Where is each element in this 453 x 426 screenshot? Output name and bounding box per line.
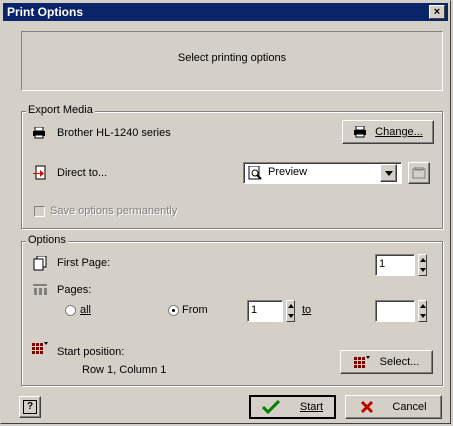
from-page-value: 1 <box>251 304 258 316</box>
dropdown-arrow-button[interactable] <box>380 164 397 182</box>
first-page-label: First Page: <box>57 257 111 269</box>
to-page-spinner[interactable] <box>418 300 427 322</box>
help-button[interactable]: ? <box>19 396 41 418</box>
printer-icon <box>33 127 45 139</box>
options-group: Options First Page: 1 Pages: all From 1 <box>21 234 443 386</box>
printer-name: Brother HL-1240 series <box>57 127 171 139</box>
pages-icon <box>33 284 47 295</box>
from-page-spinner[interactable] <box>286 300 295 322</box>
to-page-input[interactable] <box>375 300 415 322</box>
grid-position-icon <box>32 342 48 354</box>
pages-label: Pages: <box>57 284 92 296</box>
start-position-value: Row 1, Column 1 <box>82 364 167 376</box>
grid-position-icon <box>353 356 370 368</box>
window-title: Print Options <box>7 5 83 19</box>
direct-to-value: Preview <box>268 166 308 178</box>
start-button-label: Start <box>299 401 324 413</box>
export-arrow-icon <box>33 165 46 180</box>
start-position-label: Start position: <box>57 346 125 358</box>
direct-to-label: Direct to... <box>57 167 108 179</box>
first-page-spinner[interactable] <box>418 254 427 276</box>
pages-from-radio[interactable] <box>168 305 179 316</box>
settings-icon <box>412 167 426 179</box>
checkmark-icon <box>261 400 280 414</box>
save-options-label: Save options permanently <box>50 205 178 217</box>
cancel-button-label: Cancel <box>392 401 427 413</box>
change-printer-button[interactable]: Change... <box>342 120 434 144</box>
close-button[interactable]: × <box>429 5 445 19</box>
pages-all-radio[interactable] <box>65 305 76 316</box>
close-icon: × <box>433 6 441 18</box>
cancel-button[interactable]: Cancel <box>345 395 442 419</box>
select-position-button[interactable]: Select... <box>340 350 433 374</box>
printer-icon <box>354 126 367 138</box>
print-options-dialog: Print Options × Select printing options … <box>0 0 451 424</box>
to-label: to <box>302 304 312 316</box>
header-message: Select printing options <box>177 52 287 64</box>
preview-icon <box>248 166 262 180</box>
help-icon: ? <box>22 400 38 414</box>
chevron-down-icon <box>384 170 393 176</box>
direct-to-settings-button[interactable] <box>408 162 430 184</box>
pages-all-label: all <box>80 304 92 316</box>
cancel-x-icon <box>361 400 374 414</box>
select-button-label: Select... <box>379 356 420 368</box>
options-label: Options <box>26 234 68 246</box>
first-page-icon <box>33 256 47 271</box>
pages-from-label: From <box>182 304 208 316</box>
title-bar[interactable]: Print Options × <box>3 3 448 21</box>
first-page-value: 1 <box>379 258 386 270</box>
header-panel: Select printing options <box>21 31 443 91</box>
start-button[interactable]: Start <box>249 395 336 419</box>
from-page-input[interactable]: 1 <box>247 300 283 322</box>
change-button-label: Change... <box>375 126 423 138</box>
first-page-input[interactable]: 1 <box>375 254 415 276</box>
direct-to-select[interactable]: Preview <box>243 162 402 184</box>
export-media-label: Export Media <box>26 104 95 116</box>
export-media-group: Export Media Brother HL-1240 series Chan… <box>21 104 443 229</box>
save-options-checkbox[interactable] <box>34 206 45 217</box>
